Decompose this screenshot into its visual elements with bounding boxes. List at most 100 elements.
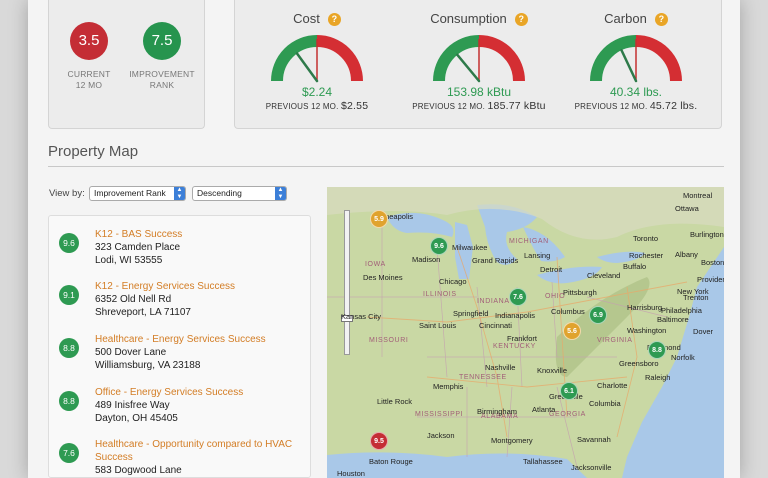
city-label: Cleveland [587,271,621,280]
city-label: Baton Rouge [369,457,413,466]
property-list[interactable]: 9.6 K12 - BAS Success 323 Camden Place L… [48,215,311,478]
city-label: Des Moines [363,273,403,282]
city-label: Dover [693,327,714,336]
gauge-dial [433,35,525,83]
sort-field-value: Improvement Rank [94,188,166,198]
city-label: Boston [701,258,724,267]
map-marker[interactable]: 9.6 [430,237,448,255]
sort-order-value: Descending [197,188,242,198]
gauge-dial [590,35,682,83]
property-name-link[interactable]: Healthcare - Energy Services Success [95,333,305,346]
gauge-needle [620,48,638,83]
city-label: Savannah [577,435,611,444]
city-label: Pittsburgh [563,288,597,297]
carbon-gauge: Carbon? 40.34 lbs. PREVIOUS 12 MO. 45.72… [556,10,716,112]
gauge-dial [271,35,363,83]
zoom-slider-track[interactable] [344,210,350,355]
improvement-rank-label: IMPROVEMENT RANK [129,69,195,90]
city-label: Lansing [524,251,551,260]
map-marker[interactable]: 8.8 [648,341,666,359]
rank-badge: 8.8 [59,338,79,358]
city-label: Madison [412,255,441,264]
property-name-link[interactable]: Office - Energy Services Success [95,386,305,399]
property-name-link[interactable]: Healthcare - Opportunity compared to HVA… [95,438,305,464]
carbon-value: 40.34 lbs. [609,85,663,99]
view-by-label: View by: [49,188,85,199]
property-address-line1: 500 Dover Lane [95,347,167,358]
carbon-previous: PREVIOUS 12 MO. 45.72 lbs. [574,100,698,112]
property-address-line1: 489 Inisfree Way [95,400,170,411]
current-score-badge: 3.5 [70,22,108,60]
city-label: Harrisburg [627,303,663,312]
property-address-line2: Dayton, OH 45405 [95,413,178,424]
city-label: Charlotte [597,381,628,390]
current-score: 3.5 CURRENT 12 MO [54,22,124,91]
property-map[interactable]: IOWA ILLINOIS INDIANA OHIO MICHIGAN KENT… [327,187,724,478]
city-label: Detroit [540,265,563,274]
state-label: MICHIGAN [509,238,549,245]
state-label: IOWA [365,261,386,268]
rank-badge: 9.1 [59,285,79,305]
city-label: Rochester [629,251,664,260]
map-marker[interactable]: 6.1 [560,382,578,400]
improvement-rank: 7.5 IMPROVEMENT RANK [127,22,197,91]
help-icon[interactable]: ? [327,13,341,26]
city-label: Buffalo [623,262,647,271]
map-marker[interactable]: 6.9 [589,306,607,324]
state-label: MISSOURI [369,337,409,344]
property-address-line2: Williamsburg, VA 23188 [95,360,201,371]
city-label: Little Rock [377,397,413,406]
sort-order-select[interactable]: Descending ▲ ▼ [192,186,287,201]
state-label: ILLINOIS [423,291,457,298]
state-label: TENNESSEE [459,374,507,381]
select-arrows-icon: ▲ ▼ [174,187,185,200]
consumption-gauge: Consumption? 153.98 kBtu PREVIOUS 12 MO.… [399,10,559,112]
help-icon[interactable]: ? [654,13,668,26]
city-label: Saint Louis [419,321,457,330]
rank-badge: 7.6 [59,443,79,463]
current-score-label: CURRENT 12 MO [67,69,111,90]
city-label: Knoxville [537,366,568,375]
city-label: Burlington [690,230,724,239]
city-label: Indianapolis [495,311,536,320]
city-label: Houston [337,469,365,478]
cost-gauge: Cost? $2.24 PREVIOUS 12 MO. $2.55 [237,10,397,112]
rank-badge: 9.6 [59,233,79,253]
property-name-link[interactable]: K12 - Energy Services Success [95,280,305,293]
city-label: Cincinnati [479,321,512,330]
city-label: Chicago [439,277,467,286]
map-marker[interactable]: 7.6 [509,288,527,306]
state-label: INDIANA [477,298,510,305]
city-label: Albany [675,250,698,259]
state-label: VIRGINIA [597,337,633,344]
improvement-rank-badge: 7.5 [143,22,181,60]
city-label: Kansas City [341,312,382,321]
consumption-value: 153.98 kBtu [446,85,512,99]
city-label: Montreal [683,191,713,200]
state-label: KENTUCKY [493,343,536,350]
consumption-gauge-title: Consumption [430,11,507,26]
section-title: Property Map [48,143,139,160]
city-label: Atlanta [532,405,556,414]
state-label: MISSISSIPPI [415,411,464,418]
map-marker[interactable]: 5.9 [370,210,388,228]
map-marker[interactable]: 9.5 [370,432,388,450]
city-label: Providence [697,275,724,284]
help-icon[interactable]: ? [514,13,528,26]
sort-field-select[interactable]: Improvement Rank ▲ ▼ [89,186,186,201]
city-label: Columbus [551,307,585,316]
city-label: Frankfort [507,334,538,343]
city-label: Columbia [589,399,621,408]
city-label: Tallahassee [523,457,563,466]
city-label: Greensboro [619,359,659,368]
city-label: Trenton [683,293,709,302]
gauge-needle [295,52,319,83]
property-name-link[interactable]: K12 - BAS Success [95,228,305,241]
city-label: Philadelphia [661,306,702,315]
city-label: Milwaukee [452,243,488,252]
city-label: Jacksonville [571,463,612,472]
city-label: Baltimore [657,315,689,324]
city-label: Springfield [453,309,489,318]
map-marker[interactable]: 5.6 [563,322,581,340]
cost-gauge-title: Cost [293,11,320,26]
